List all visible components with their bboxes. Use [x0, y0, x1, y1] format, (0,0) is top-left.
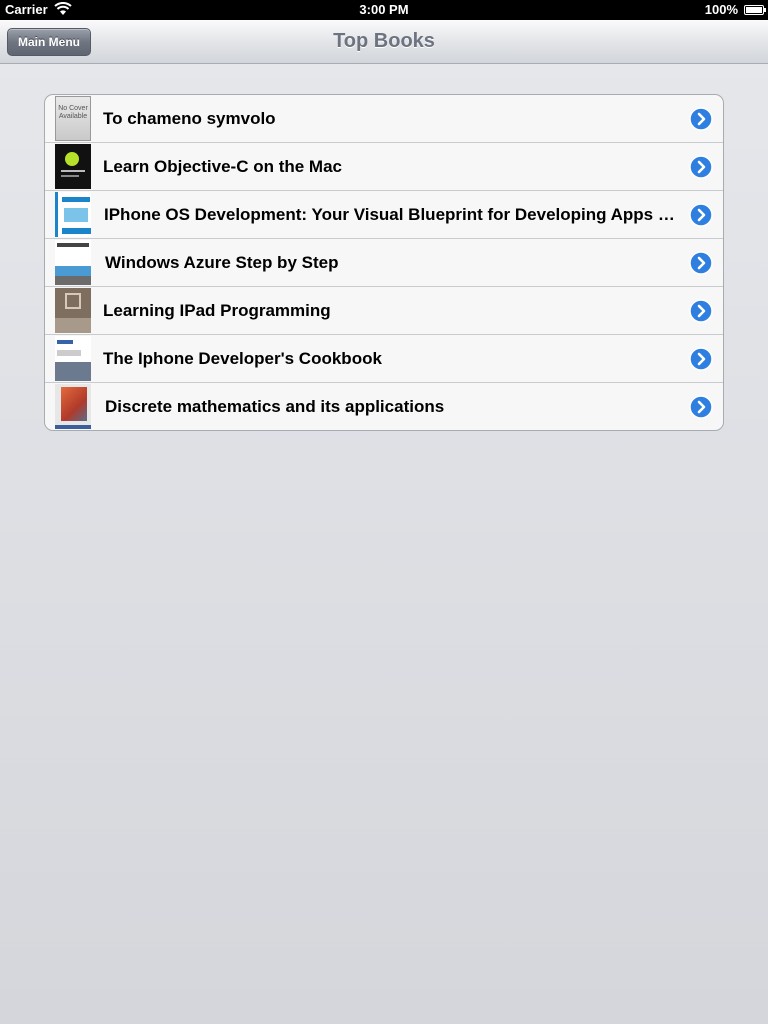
- battery-percent: 100%: [704, 2, 738, 17]
- disclosure-chevron-icon[interactable]: [689, 251, 713, 275]
- book-row[interactable]: IPhone OS Development: Your Visual Bluep…: [45, 190, 723, 238]
- no-cover-text: No Cover Available: [58, 105, 88, 120]
- disclosure-chevron-icon[interactable]: [689, 107, 713, 131]
- book-title: Discrete mathematics and its application…: [105, 397, 445, 416]
- clock: 3:00 PM: [359, 2, 409, 17]
- book-cover-image: [55, 384, 91, 429]
- books-table: No Cover Available To chameno symvolo Le…: [44, 94, 724, 431]
- book-cover-image: [55, 288, 91, 333]
- book-cover-placeholder: No Cover Available: [55, 96, 91, 141]
- navigation-bar: Main Menu Top Books: [0, 20, 768, 64]
- book-title: Windows Azure Step by Step: [105, 253, 339, 272]
- disclosure-chevron-icon[interactable]: [689, 203, 713, 227]
- disclosure-chevron-icon[interactable]: [689, 395, 713, 419]
- book-row[interactable]: Learn Objective-C on the Mac: [45, 142, 723, 190]
- book-cover-image: [55, 192, 91, 237]
- disclosure-chevron-icon[interactable]: [689, 155, 713, 179]
- book-cover-image: [55, 336, 91, 381]
- book-cover-image: [55, 240, 91, 285]
- book-row[interactable]: Windows Azure Step by Step: [45, 238, 723, 286]
- book-title: To chameno symvolo: [103, 109, 276, 128]
- book-title: Learn Objective-C on the Mac: [103, 157, 342, 176]
- book-title: The Iphone Developer's Cookbook: [103, 349, 382, 368]
- status-bar: Carrier 3:00 PM 100%: [0, 0, 768, 20]
- battery-icon: [744, 5, 766, 15]
- disclosure-chevron-icon[interactable]: [689, 347, 713, 371]
- page-title: Top Books: [333, 30, 435, 52]
- book-row[interactable]: The Iphone Developer's Cookbook: [45, 334, 723, 382]
- book-title: IPhone OS Development: Your Visual Bluep…: [104, 205, 676, 224]
- book-cover-image: [55, 144, 91, 189]
- book-title: Learning IPad Programming: [103, 301, 331, 320]
- book-row[interactable]: Learning IPad Programming: [45, 286, 723, 334]
- book-row[interactable]: No Cover Available To chameno symvolo: [45, 95, 723, 142]
- disclosure-chevron-icon[interactable]: [689, 299, 713, 323]
- book-row[interactable]: Discrete mathematics and its application…: [45, 382, 723, 430]
